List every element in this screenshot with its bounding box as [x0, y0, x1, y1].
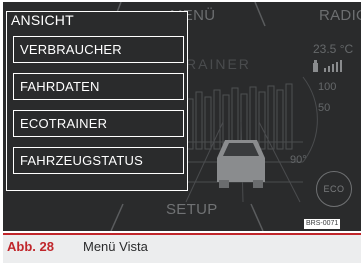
angle-label: 90° — [290, 154, 307, 166]
ecotrainer-background-title: RAINER — [186, 56, 251, 72]
reference-code: BRS-0071 — [304, 219, 341, 229]
scale-label-100: 100 — [318, 81, 337, 93]
tab-ansicht[interactable]: ANSICHT — [11, 12, 74, 28]
eco-button[interactable]: ECO — [316, 171, 352, 207]
scale-label-50: 50 — [318, 102, 331, 114]
infotainment-screen: MENÜ RADIO SETUP RAINER 23.5 °C 100 50 9… — [3, 2, 361, 231]
menu-item-fahrzeugstatus[interactable]: FAHRZEUGSTATUS — [13, 147, 184, 174]
caption-text: Menü Vista — [83, 239, 148, 254]
menu-item-fahrdaten[interactable]: FAHRDATEN — [13, 73, 184, 100]
menu-item-verbraucher[interactable]: VERBRAUCHER — [13, 36, 184, 63]
caption-divider — [3, 233, 361, 235]
temperature-readout: 23.5 °C — [313, 42, 354, 56]
fuel-icon — [313, 60, 318, 72]
view-menu-panel: ANSICHT VERBRAUCHER FAHRDATEN ECOTRAINER… — [6, 11, 188, 191]
tab-setup[interactable]: SETUP — [166, 201, 218, 218]
signal-icon — [324, 60, 342, 72]
tab-radio[interactable]: RADIO — [319, 7, 361, 24]
menu-item-ecotrainer[interactable]: ECOTRAINER — [13, 110, 184, 137]
figure-caption: Abb. 28 Menü Vista — [3, 233, 361, 263]
car-icon — [217, 140, 265, 188]
caption-number: Abb. 28 — [7, 239, 54, 254]
